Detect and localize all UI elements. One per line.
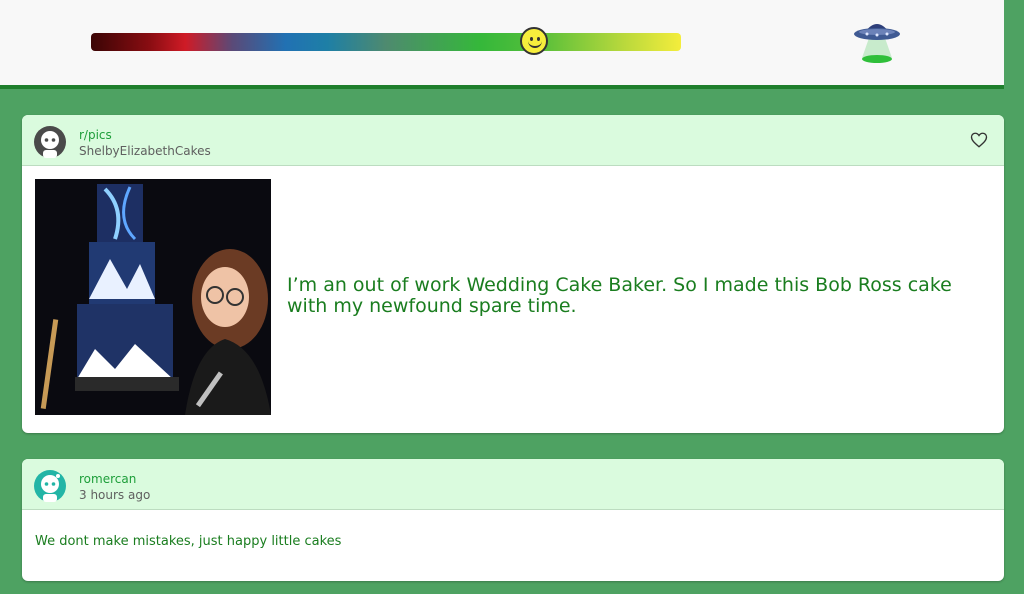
comment-timestamp: 3 hours ago: [79, 488, 151, 502]
comment-author[interactable]: romercan: [79, 472, 136, 486]
smiley-mouth: [527, 40, 542, 48]
comment-card: romercan 3 hours ago We dont make mistak…: [22, 459, 1004, 581]
post-title[interactable]: I’m an out of work Wedding Cake Baker. S…: [287, 275, 987, 317]
top-bar: [0, 0, 1004, 89]
comment-text: We dont make mistakes, just happy little…: [35, 534, 342, 549]
ufo-icon[interactable]: [852, 16, 902, 66]
comment-header: romercan 3 hours ago: [22, 459, 1004, 510]
post-body: I’m an out of work Wedding Cake Baker. S…: [22, 166, 1004, 433]
subreddit-link[interactable]: r/pics: [79, 128, 112, 142]
avatar[interactable]: [34, 470, 66, 502]
post-card: r/pics ShelbyElizabethCakes I’m an out o…: [22, 115, 1004, 433]
heart-icon[interactable]: [970, 131, 988, 149]
comment-body: We dont make mistakes, just happy little…: [22, 510, 1004, 581]
post-header: r/pics ShelbyElizabethCakes: [22, 115, 1004, 166]
post-image[interactable]: [35, 179, 271, 415]
smiley-face-icon[interactable]: [519, 27, 548, 55]
mood-slider-track[interactable]: [91, 33, 681, 51]
avatar[interactable]: [34, 126, 66, 158]
post-author[interactable]: ShelbyElizabethCakes: [79, 144, 211, 158]
